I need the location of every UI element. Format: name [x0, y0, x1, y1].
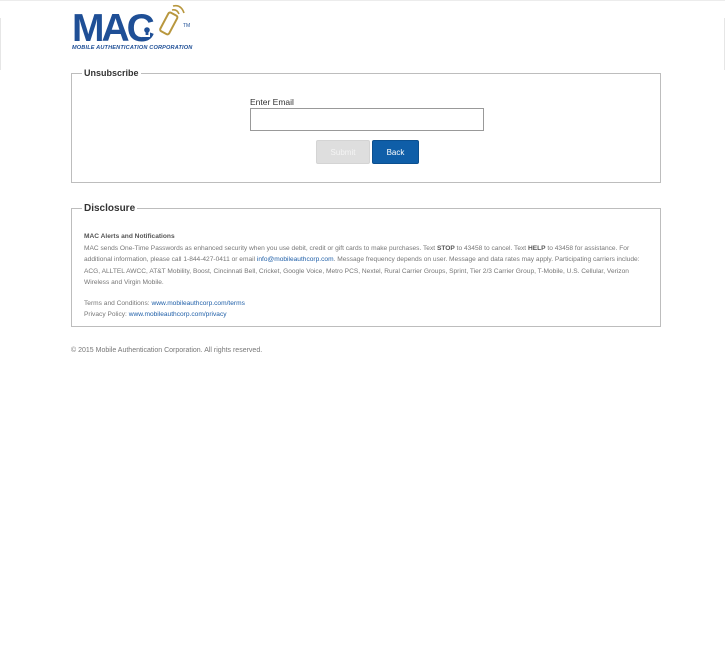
disclosure-section: Disclosure MAC Alerts and Notifications …: [71, 203, 661, 327]
terms-line: Terms and Conditions: www.mobileauthcorp…: [84, 298, 650, 310]
left-edge-divider: [0, 18, 1, 70]
top-border: [0, 0, 725, 1]
stop-keyword: STOP: [436, 244, 455, 252]
submit-button[interactable]: Submit: [316, 140, 370, 164]
unsubscribe-legend: Unsubscribe: [84, 68, 139, 78]
disclosure-text-2: to 43458 to cancel. Text: [454, 244, 528, 252]
terms-label: Terms and Conditions:: [84, 299, 152, 307]
privacy-link[interactable]: www.mobileauthcorp.com/privacy: [129, 311, 227, 318]
phone-icon: [159, 4, 185, 36]
svg-text:MAC: MAC: [72, 7, 155, 46]
disclosure-legend: Disclosure: [84, 203, 136, 214]
disclosure-text-1: MAC sends One-Time Passwords as enhanced…: [84, 244, 437, 252]
mac-logo[interactable]: MAC TM MOBILE AUTHENTICATION CORPORATION: [72, 4, 194, 54]
disclosure-body: MAC sends One-Time Passwords as enhanced…: [84, 243, 650, 289]
disclosure-title: MAC Alerts and Notifications: [84, 233, 175, 240]
unsubscribe-section: Unsubscribe Enter Email Submit Back: [71, 68, 661, 183]
back-button[interactable]: Back: [372, 140, 419, 164]
email-label: Enter Email: [250, 97, 294, 107]
svg-text:TM: TM: [183, 23, 190, 29]
disclosure-content: MAC Alerts and Notifications MAC sends O…: [84, 231, 650, 321]
mac-logo-graphic: MAC TM: [72, 4, 190, 50]
copyright-footer: © 2015 Mobile Authentication Corporation…: [71, 347, 263, 354]
terms-link[interactable]: www.mobileauthcorp.com/terms: [151, 300, 244, 307]
help-keyword: HELP: [527, 244, 546, 252]
email-link[interactable]: info@mobileauthcorp.com: [257, 256, 334, 263]
privacy-label: Privacy Policy:: [84, 311, 129, 318]
email-input[interactable]: [250, 108, 484, 131]
logo-tagline: MOBILE AUTHENTICATION CORPORATION: [72, 45, 193, 51]
privacy-line: Privacy Policy: www.mobileauthcorp.com/p…: [84, 309, 650, 321]
